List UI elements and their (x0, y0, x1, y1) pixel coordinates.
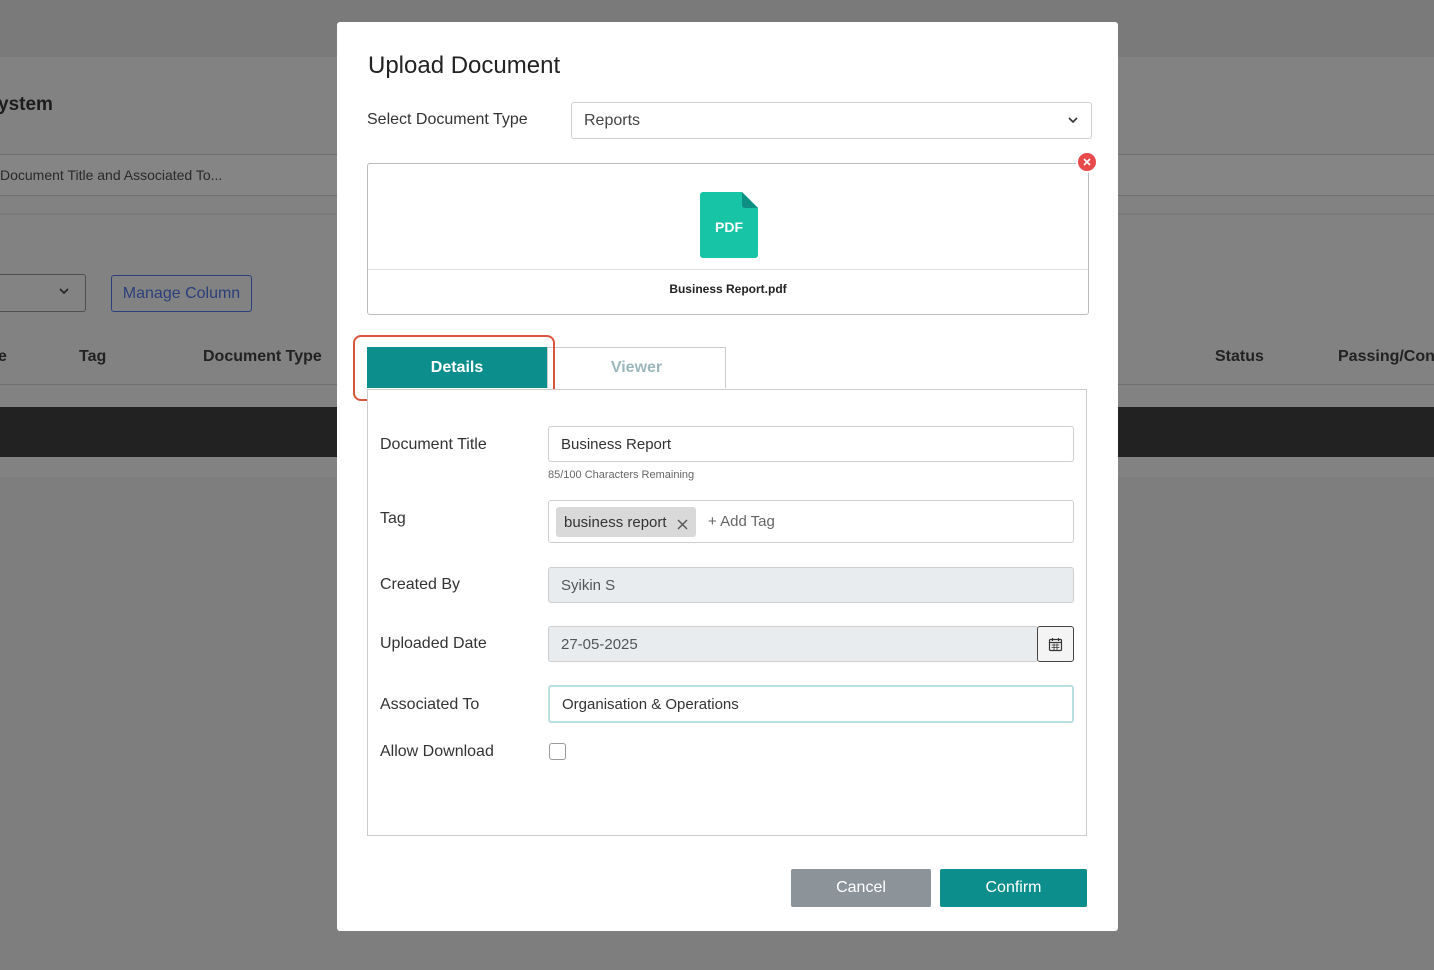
background-page-title: ystem (0, 94, 53, 115)
associated-to-value: Organisation & Operations (562, 696, 739, 713)
uploaded-date-value: 27-05-2025 (561, 636, 638, 653)
tag-input[interactable]: business report + Add Tag (548, 500, 1074, 543)
close-icon[interactable] (677, 517, 688, 529)
remove-file-button[interactable] (1076, 151, 1098, 173)
background-table-header: Status (1215, 348, 1264, 365)
background-select (0, 274, 86, 312)
tag-chip-label: business report (564, 513, 667, 531)
document-title-value: Business Report (561, 436, 672, 453)
uploaded-date-label: Uploaded Date (380, 635, 487, 652)
chevron-down-icon (1067, 113, 1079, 125)
allow-download-label: Allow Download (380, 743, 494, 760)
file-preview-divider (368, 269, 1088, 270)
upload-document-modal: Upload Document Select Document Type Rep… (337, 22, 1118, 931)
tag-chip: business report (556, 507, 696, 537)
associated-to-input[interactable]: Organisation & Operations (548, 685, 1074, 723)
cancel-button[interactable]: Cancel (791, 869, 931, 907)
associated-to-label: Associated To (380, 696, 480, 713)
file-name: Business Report.pdf (669, 282, 787, 296)
modal-title: Upload Document (368, 52, 561, 79)
background-search-placeholder: Document Title and Associated To... (0, 167, 223, 183)
created-by-label: Created By (380, 576, 461, 593)
background-table-header: Tag (79, 348, 107, 365)
allow-download-checkbox[interactable] (549, 743, 566, 760)
background-manage-column-button: Manage Column (111, 275, 252, 312)
remove-icon (1083, 158, 1091, 166)
background-table-header: Passing/Con (1338, 348, 1434, 365)
document-title-label: Document Title (380, 436, 487, 453)
tab-viewer[interactable]: Viewer (547, 347, 726, 388)
pdf-icon-label: PDF (715, 219, 743, 235)
document-type-label: Select Document Type (367, 111, 528, 128)
confirm-button[interactable]: Confirm (940, 869, 1087, 907)
background-table-header: Document Type (203, 348, 322, 365)
created-by-value: Syikin S (561, 577, 616, 594)
add-tag-placeholder[interactable]: + Add Tag (708, 513, 775, 530)
tab-details[interactable]: Details (367, 347, 547, 388)
uploaded-file-preview: PDF Business Report.pdf (367, 163, 1089, 315)
created-by-input: Syikin S (548, 567, 1074, 603)
background-table-header: e (0, 348, 7, 365)
tag-label: Tag (380, 510, 406, 527)
calendar-button[interactable] (1037, 626, 1074, 662)
chevron-down-icon (58, 284, 70, 300)
document-title-input[interactable]: Business Report (548, 426, 1074, 462)
document-type-select[interactable]: Reports (571, 102, 1092, 139)
calendar-icon (1048, 637, 1063, 651)
uploaded-date-input: 27-05-2025 (548, 626, 1038, 662)
pdf-file-icon: PDF (700, 192, 758, 258)
characters-remaining: 85/100 Characters Remaining (548, 469, 695, 481)
document-type-value: Reports (584, 112, 641, 129)
